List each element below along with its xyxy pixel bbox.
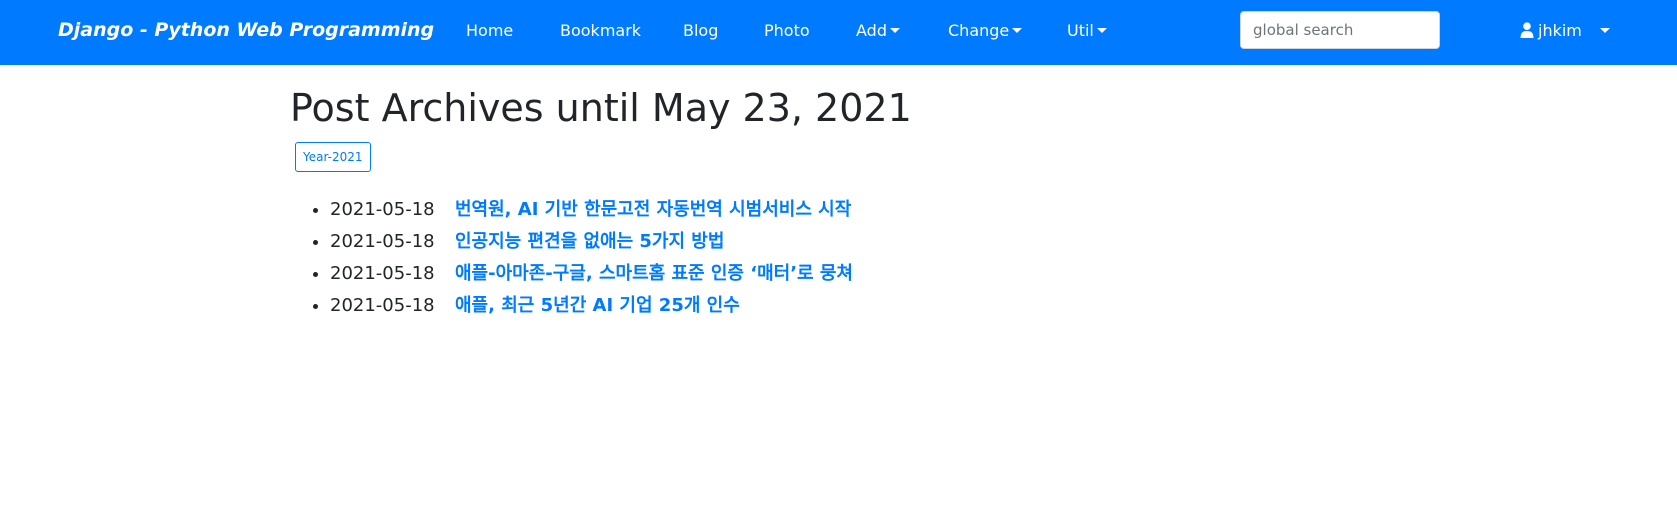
caret-down-icon	[1096, 28, 1107, 33]
post-title-link[interactable]: 애플-아마존-구글, 스마트홈 표준 인증 ‘매터’로 뭉쳐	[455, 263, 853, 284]
post-date: 2021-05-18	[330, 295, 435, 316]
caret-down-icon	[889, 28, 900, 33]
post-title-link[interactable]: 애플, 최근 5년간 AI 기업 25개 인수	[455, 295, 740, 316]
nav-util-label: Util	[1067, 21, 1094, 40]
nav-add-dropdown[interactable]: Add	[856, 20, 900, 42]
nav-blog[interactable]: Blog	[683, 20, 718, 42]
user-icon	[1520, 22, 1534, 38]
brand-link[interactable]: Django - Python Web Programming	[58, 18, 434, 42]
nav-util-dropdown[interactable]: Util	[1067, 20, 1107, 42]
post-title-link[interactable]: 번역원, AI 기반 한문고전 자동번역 시범서비스 시작	[455, 199, 851, 220]
post-date: 2021-05-18	[330, 263, 435, 284]
nav-change-dropdown[interactable]: Change	[948, 20, 1023, 42]
global-search-input[interactable]	[1240, 11, 1440, 49]
user-name: jhkim	[1538, 21, 1582, 40]
post-list: 2021-05-18번역원, AI 기반 한문고전 자동번역 시범서비스 시작 …	[290, 194, 1290, 322]
list-item: 2021-05-18 번역원, AI 기반 한문고전 자동번역 시범서비스 시작	[330, 194, 1290, 226]
post-date: 2021-05-18	[330, 231, 435, 252]
main-content: Post Archives until May 23, 2021 Year-20…	[290, 84, 1290, 322]
post-date: 2021-05-18	[330, 199, 435, 220]
list-item: 2021-05-18 애플-아마존-구글, 스마트홈 표준 인증 ‘매터’로 뭉쳐	[330, 258, 1290, 290]
nav-home[interactable]: Home	[466, 20, 513, 42]
caret-down-icon	[1599, 28, 1610, 33]
user-dropdown[interactable]: jhkim	[1520, 20, 1610, 42]
nav-change-label: Change	[948, 21, 1010, 40]
navbar: Django - Python Web Programming Home Boo…	[0, 0, 1677, 65]
page-title: Post Archives until May 23, 2021	[290, 86, 912, 130]
list-item: 2021-05-18 인공지능 편견을 없애는 5가지 방법	[330, 226, 1290, 258]
year-archive-button[interactable]: Year-2021	[295, 142, 371, 172]
nav-photo[interactable]: Photo	[764, 20, 810, 42]
post-title-link[interactable]: 인공지능 편견을 없애는 5가지 방법	[455, 231, 724, 252]
list-item: 2021-05-18 애플, 최근 5년간 AI 기업 25개 인수	[330, 290, 1290, 322]
nav-add-label: Add	[856, 21, 887, 40]
nav-bookmark[interactable]: Bookmark	[560, 20, 641, 42]
caret-down-icon	[1012, 28, 1023, 33]
